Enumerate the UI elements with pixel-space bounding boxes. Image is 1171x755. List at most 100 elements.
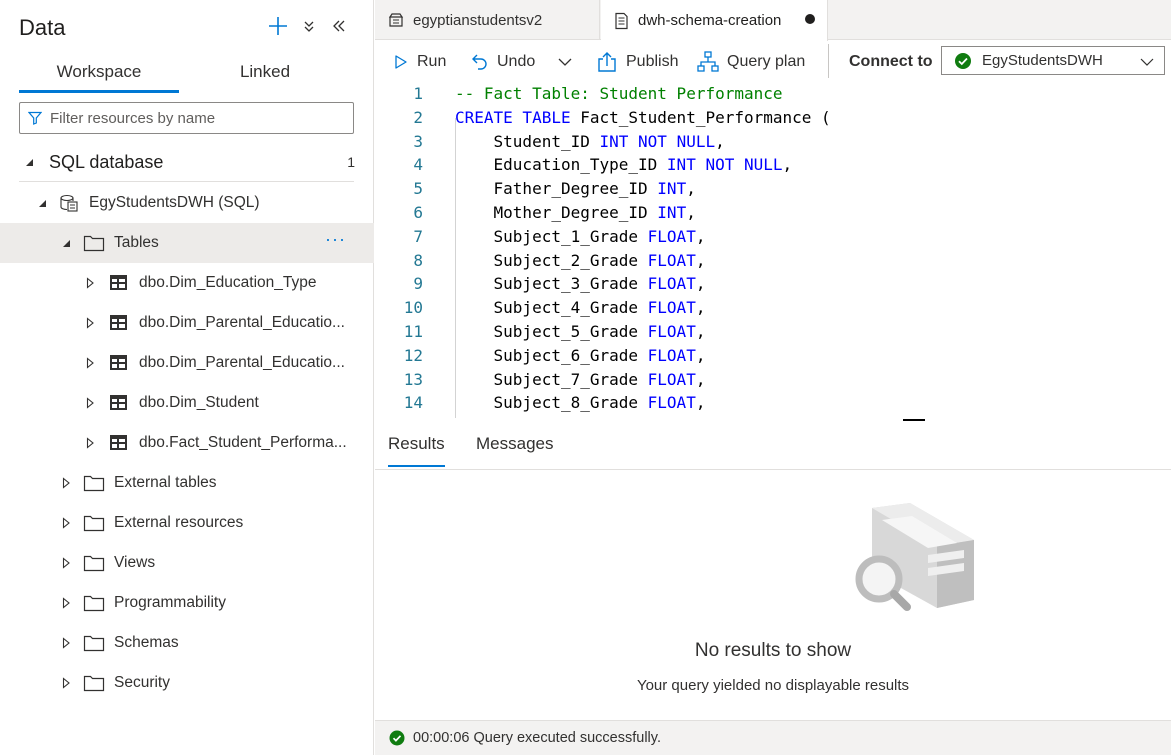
code-line: 9 Subject_3_Grade FLOAT, (375, 274, 1171, 298)
tab-results[interactable]: Results (388, 434, 445, 467)
code-text: Education_Type_ID INT NOT NULL, (455, 155, 793, 175)
table-icon (110, 275, 127, 290)
tree-item-label: Views (114, 554, 156, 571)
sql-keyword: FLOAT (647, 274, 696, 294)
connection-value: EgyStudentsDWH (982, 52, 1103, 69)
results-tabs: Results Messages (375, 422, 1171, 470)
sql-text: Education_Type_ID (455, 155, 667, 175)
tab-workspace[interactable]: Workspace (19, 56, 179, 96)
sql-keyword: INT NOT NULL (666, 155, 783, 175)
sql-text: Student_ID (455, 131, 600, 151)
code-editor[interactable]: 1 -- Fact Table: Student Performance 2 CREA… (375, 84, 1171, 422)
undo-label: Undo (497, 53, 536, 70)
toolbar-separator (828, 44, 829, 78)
tree-item[interactable]: External tables (0, 463, 374, 503)
tree-item[interactable]: dbo.Dim_Parental_Educatio... (0, 303, 374, 343)
play-icon (395, 55, 407, 69)
undo-dropdown-button[interactable] (557, 41, 573, 83)
pane-title: Data (19, 15, 66, 40)
code-line: 14 Subject_8_Grade FLOAT, (375, 393, 1171, 417)
undo-button[interactable]: Undo (471, 41, 535, 83)
query-plan-label: Query plan (727, 53, 806, 70)
code-line: 7 Subject_1_Grade FLOAT, (375, 227, 1171, 251)
tree-item[interactable]: Schemas (0, 623, 374, 663)
tab-messages[interactable]: Messages (476, 434, 553, 454)
code-text: Subject_7_Grade FLOAT, (455, 369, 706, 389)
empty-results-subtitle: Your query yielded no displayable result… (636, 677, 910, 694)
tab-linked[interactable]: Linked (185, 56, 345, 96)
tree-item-label: dbo.Dim_Student (139, 394, 259, 411)
code-text: Subject_1_Grade FLOAT, (455, 227, 706, 246)
tab-label: dwh-schema-creation (638, 12, 782, 29)
caret-right-icon[interactable] (84, 317, 96, 329)
line-number: 1 (413, 84, 423, 103)
sql-text: , (695, 298, 706, 318)
code-text: Father_Degree_ID INT, (455, 179, 696, 198)
tab-dwh-schema-creation[interactable]: dwh-schema-creation (601, 0, 828, 41)
section-sql-database[interactable]: SQL database 1 (0, 142, 374, 182)
tree-item[interactable]: dbo.Dim_Student (0, 383, 374, 423)
caret-right-icon[interactable] (84, 437, 96, 449)
code-text: Subject_2_Grade FLOAT, (455, 250, 706, 270)
tab-egyptianstudentsv2[interactable]: egyptianstudentsv2 (375, 0, 600, 40)
tree-item[interactable]: dbo.Dim_Education_Type (0, 263, 374, 303)
caret-down-icon[interactable] (60, 237, 72, 249)
undo-icon (472, 54, 487, 70)
connection-dropdown[interactable]: EgyStudentsDWH (941, 46, 1165, 75)
tree-item[interactable]: Views (0, 543, 374, 583)
filter-icon (28, 111, 42, 125)
caret-right-icon[interactable] (60, 597, 72, 609)
caret-right-icon[interactable] (84, 277, 96, 289)
tree-item[interactable]: dbo.Dim_Parental_Educatio... (0, 343, 374, 383)
caret-right-icon[interactable] (60, 677, 72, 689)
tree-item-label: dbo.Dim_Parental_Educatio... (139, 314, 345, 331)
sql-text: , (695, 274, 706, 294)
double-chevron-down-icon (304, 21, 314, 32)
sql-text: Subject_2_Grade (455, 250, 648, 270)
section-count: 1 (347, 154, 355, 170)
tree-item[interactable]: EgyStudentsDWH (SQL) (0, 183, 374, 223)
caret-right-icon[interactable] (60, 517, 72, 529)
caret-down-icon[interactable] (23, 156, 35, 168)
query-plan-button[interactable]: Query plan (697, 41, 805, 83)
tree-item[interactable]: Programmability (0, 583, 374, 623)
tree-item-label: dbo.Fact_Student_Performa... (139, 434, 347, 451)
sql-text: Subject_5_Grade (455, 322, 648, 341)
tree-item[interactable]: Tables ··· (0, 223, 374, 263)
add-resource-button[interactable] (266, 12, 290, 40)
tree-item[interactable]: External resources (0, 503, 374, 543)
line-number: 8 (413, 250, 423, 270)
chevron-down-icon (1140, 58, 1154, 66)
publish-button[interactable]: Publish (596, 41, 678, 83)
filter-input[interactable] (50, 109, 353, 127)
filter-box[interactable] (19, 102, 354, 134)
caret-right-icon[interactable] (84, 357, 96, 369)
more-options-button[interactable]: ··· (325, 229, 346, 250)
line-number: 4 (413, 155, 423, 175)
sql-database-icon (60, 194, 78, 212)
caret-right-icon[interactable] (60, 477, 72, 489)
table-icon (110, 435, 127, 450)
caret-right-icon[interactable] (60, 557, 72, 569)
text-cursor (903, 419, 925, 421)
tree-item[interactable]: Security (0, 663, 374, 703)
sql-text: , (695, 369, 706, 389)
toolbar: Run Undo Publish Query plan Connect to E… (375, 41, 1171, 83)
code-text: Subject_6_Grade FLOAT, (455, 346, 706, 365)
minimize-pane-button[interactable] (327, 12, 351, 40)
sql-keyword: INT NOT NULL (599, 131, 716, 151)
caret-right-icon[interactable] (60, 637, 72, 649)
status-bar: 00:00:06 Query executed successfully. (375, 720, 1171, 755)
section-label: SQL database (49, 152, 164, 172)
tree-item[interactable]: dbo.Fact_Student_Performa... (0, 423, 374, 463)
double-chevron-left-icon (333, 20, 345, 32)
run-button[interactable]: Run (393, 41, 446, 83)
empty-results-illustration (855, 503, 974, 611)
caret-down-icon[interactable] (36, 197, 48, 209)
table-icon (110, 315, 127, 330)
code-text: Subject_4_Grade FLOAT, (455, 298, 706, 318)
caret-right-icon[interactable] (84, 397, 96, 409)
sql-text: , (686, 179, 696, 199)
collapse-all-button[interactable] (297, 12, 321, 40)
unsaved-indicator (805, 14, 815, 24)
